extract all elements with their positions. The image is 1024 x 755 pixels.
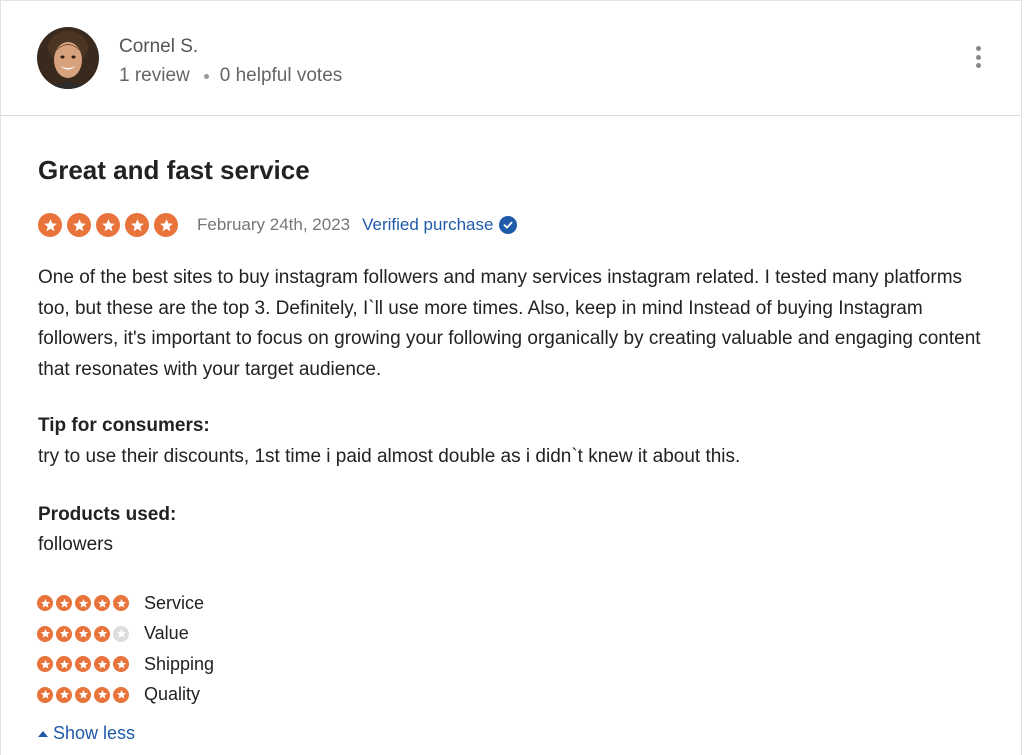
star-rating (38, 213, 183, 237)
review-count: 1 review (119, 65, 190, 86)
reviewer-name[interactable]: Cornel S. (119, 36, 198, 58)
star-icon (94, 686, 110, 703)
sub-rating-label: Value (144, 623, 189, 644)
star-icon (96, 213, 120, 237)
star-icon (56, 686, 72, 703)
products-text: followers (38, 534, 113, 555)
star-icon (38, 213, 62, 237)
separator-dot (203, 73, 209, 79)
star-icon (125, 213, 149, 237)
star-icon (75, 656, 91, 673)
sub-rating-row: Service (37, 588, 214, 619)
star-icon (56, 625, 72, 642)
star-icon (113, 686, 129, 703)
avatar[interactable] (37, 27, 99, 89)
sub-rating-row: Value (37, 619, 214, 650)
sub-rating-label: Quality (144, 684, 201, 705)
star-icon (67, 213, 91, 237)
reviewer-header: Cornel S. 1 review 0 helpful votes (1, 1, 1021, 116)
star-icon (56, 656, 72, 673)
star-icon (75, 625, 91, 642)
star-icon (113, 595, 129, 612)
star-icon (75, 686, 91, 703)
star-icon (56, 595, 72, 612)
verified-purchase-badge[interactable]: Verified purchase (362, 215, 518, 235)
star-icon (113, 625, 129, 642)
show-less-link[interactable]: Show less (38, 723, 135, 744)
helpful-votes-count: 0 helpful votes (219, 65, 343, 86)
tip-text: try to use their discounts, 1st time i p… (38, 446, 741, 467)
star-icon (154, 213, 178, 237)
reviewer-stats: 1 review 0 helpful votes (119, 65, 342, 87)
show-less-label: Show less (53, 723, 136, 743)
vertical-dots-icon[interactable] (975, 46, 981, 68)
star-icon (75, 595, 91, 612)
caret-up-icon (38, 730, 48, 737)
star-icon (37, 595, 53, 612)
sub-rating-row: Shipping (37, 649, 214, 680)
star-icon (37, 625, 53, 642)
avatar-image (37, 27, 99, 89)
sub-star-rating (37, 686, 144, 703)
check-circle-icon (499, 216, 518, 234)
sub-rating-row: Quality (37, 680, 214, 711)
star-icon (113, 656, 129, 673)
review-card: Cornel S. 1 review 0 helpful votes Great… (0, 0, 1022, 755)
products-label: Products used: (38, 504, 177, 525)
sub-rating-label: Shipping (144, 653, 215, 674)
star-icon (37, 656, 53, 673)
star-icon (37, 686, 53, 703)
star-icon (94, 625, 110, 642)
tip-label: Tip for consumers: (38, 415, 210, 436)
verified-label: Verified purchase (362, 215, 494, 234)
sub-ratings: Service Value Shipping Quality (37, 588, 214, 710)
star-icon (94, 656, 110, 673)
sub-star-rating (37, 625, 144, 642)
sub-star-rating (37, 595, 144, 612)
review-body: One of the best sites to buy instagram f… (38, 267, 981, 380)
review-title: Great and fast service (38, 155, 310, 185)
review-rating-row: February 24th, 2023 Verified purchase (38, 213, 518, 237)
sub-rating-label: Service (144, 592, 205, 613)
star-icon (94, 595, 110, 612)
sub-star-rating (37, 656, 144, 673)
review-date: February 24th, 2023 (197, 215, 351, 234)
